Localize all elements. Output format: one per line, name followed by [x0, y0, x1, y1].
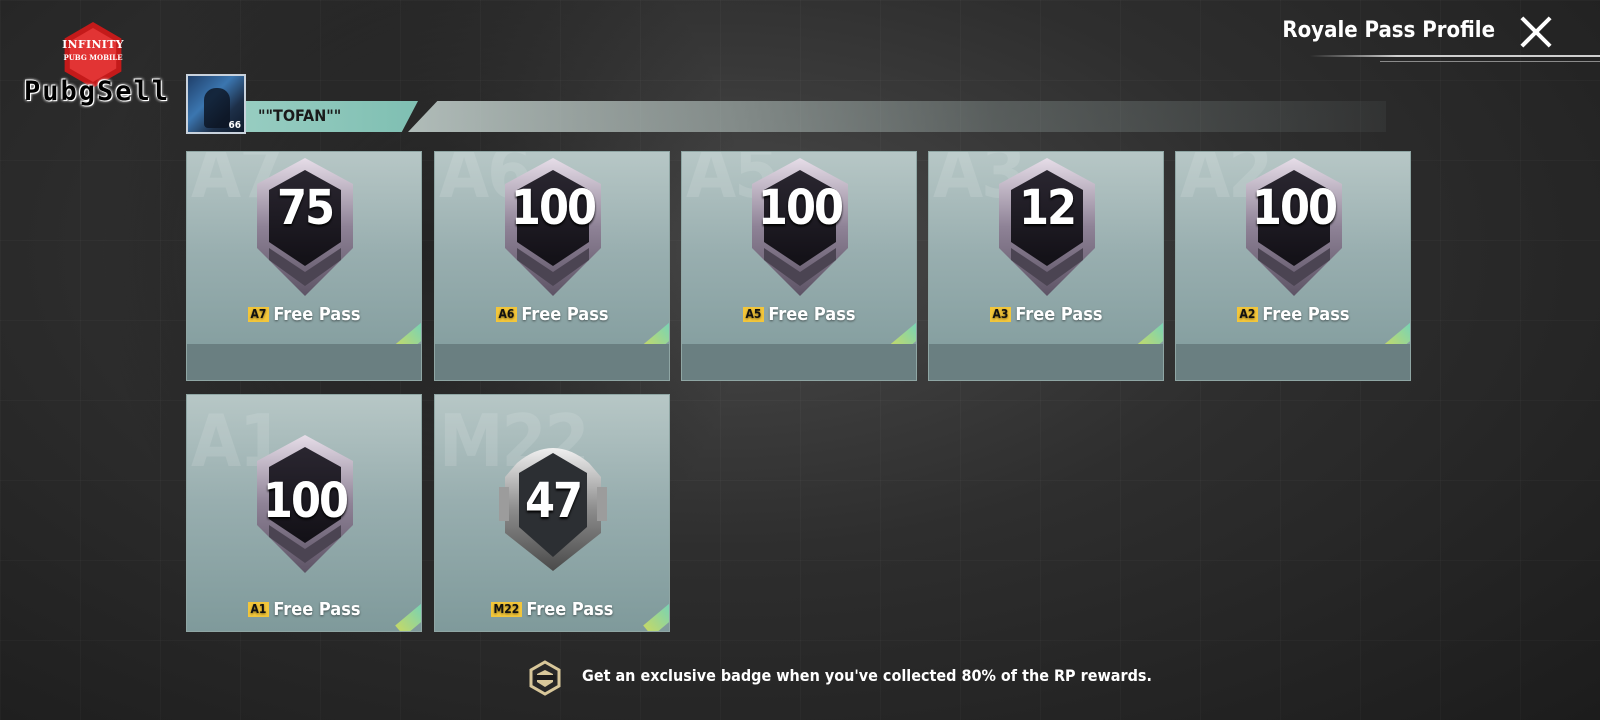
season-tag: A2 [1236, 307, 1259, 322]
pubgsell-logo: INFINITY PUBG MOBILE PubgSell [22, 20, 171, 120]
rp-level-value: 75 [276, 180, 335, 236]
season-tag: A3 [989, 307, 1012, 322]
rp-level-value: 100 [1251, 180, 1338, 236]
card-footer [187, 344, 421, 380]
card-footer [1176, 344, 1410, 380]
rp-reward-hint-text: Get an exclusive badge when you've colle… [582, 666, 1152, 685]
season-tag: M22 [490, 602, 523, 617]
rp-level-value: 47 [524, 473, 583, 529]
rp-card-m22[interactable]: M22 47 M22 Free Pass [434, 394, 670, 632]
avatar-portrait [204, 88, 230, 128]
rp-card-a5[interactable]: A5 100 A5 Free Pass [681, 151, 917, 381]
header-divider [1310, 55, 1600, 57]
card-pass-label: A3 Free Pass [929, 304, 1163, 325]
season-tag: A6 [495, 307, 518, 322]
close-icon[interactable] [1518, 14, 1554, 50]
rp-level-value: 12 [1018, 180, 1077, 236]
card-pass-label: A2 Free Pass [1176, 304, 1410, 325]
badge-emblem-icon [529, 660, 561, 696]
rp-level-value: 100 [510, 180, 597, 236]
rp-card-a7[interactable]: A7 75 A7 Free Pass [186, 151, 422, 381]
season-tag: A1 [247, 602, 270, 617]
card-pass-label: A1 Free Pass [187, 599, 421, 620]
card-footer [682, 344, 916, 380]
rp-card-a1[interactable]: A1 100 A1 Free Pass [186, 394, 422, 632]
player-name-bar [186, 101, 1386, 132]
page-title: Royale Pass Profile [1282, 18, 1495, 43]
card-footer [435, 344, 669, 380]
player-level: 66 [228, 120, 241, 131]
logo-line2: PUBG MOBILE [63, 53, 123, 62]
rp-level-value: 100 [757, 180, 844, 236]
logo-line1: INFINITY [62, 38, 124, 51]
rp-card-a3[interactable]: A3 12 A3 Free Pass [928, 151, 1164, 381]
avatar[interactable]: 66 [186, 74, 246, 134]
card-footer [929, 344, 1163, 380]
player-name: ""TOFAN"" [258, 106, 342, 125]
rp-level-value: 100 [262, 473, 349, 529]
card-pass-label: A6 Free Pass [435, 304, 669, 325]
logo-wordmark: PubgSell [24, 76, 171, 107]
season-tag: A7 [247, 307, 270, 322]
rp-card-a2[interactable]: A2 100 A2 Free Pass [1175, 151, 1411, 381]
card-pass-label: M22 Free Pass [435, 599, 669, 620]
season-tag: A5 [742, 307, 765, 322]
card-pass-label: A7 Free Pass [187, 304, 421, 325]
rp-card-a6[interactable]: A6 100 A6 Free Pass [434, 151, 670, 381]
card-pass-label: A5 Free Pass [682, 304, 916, 325]
